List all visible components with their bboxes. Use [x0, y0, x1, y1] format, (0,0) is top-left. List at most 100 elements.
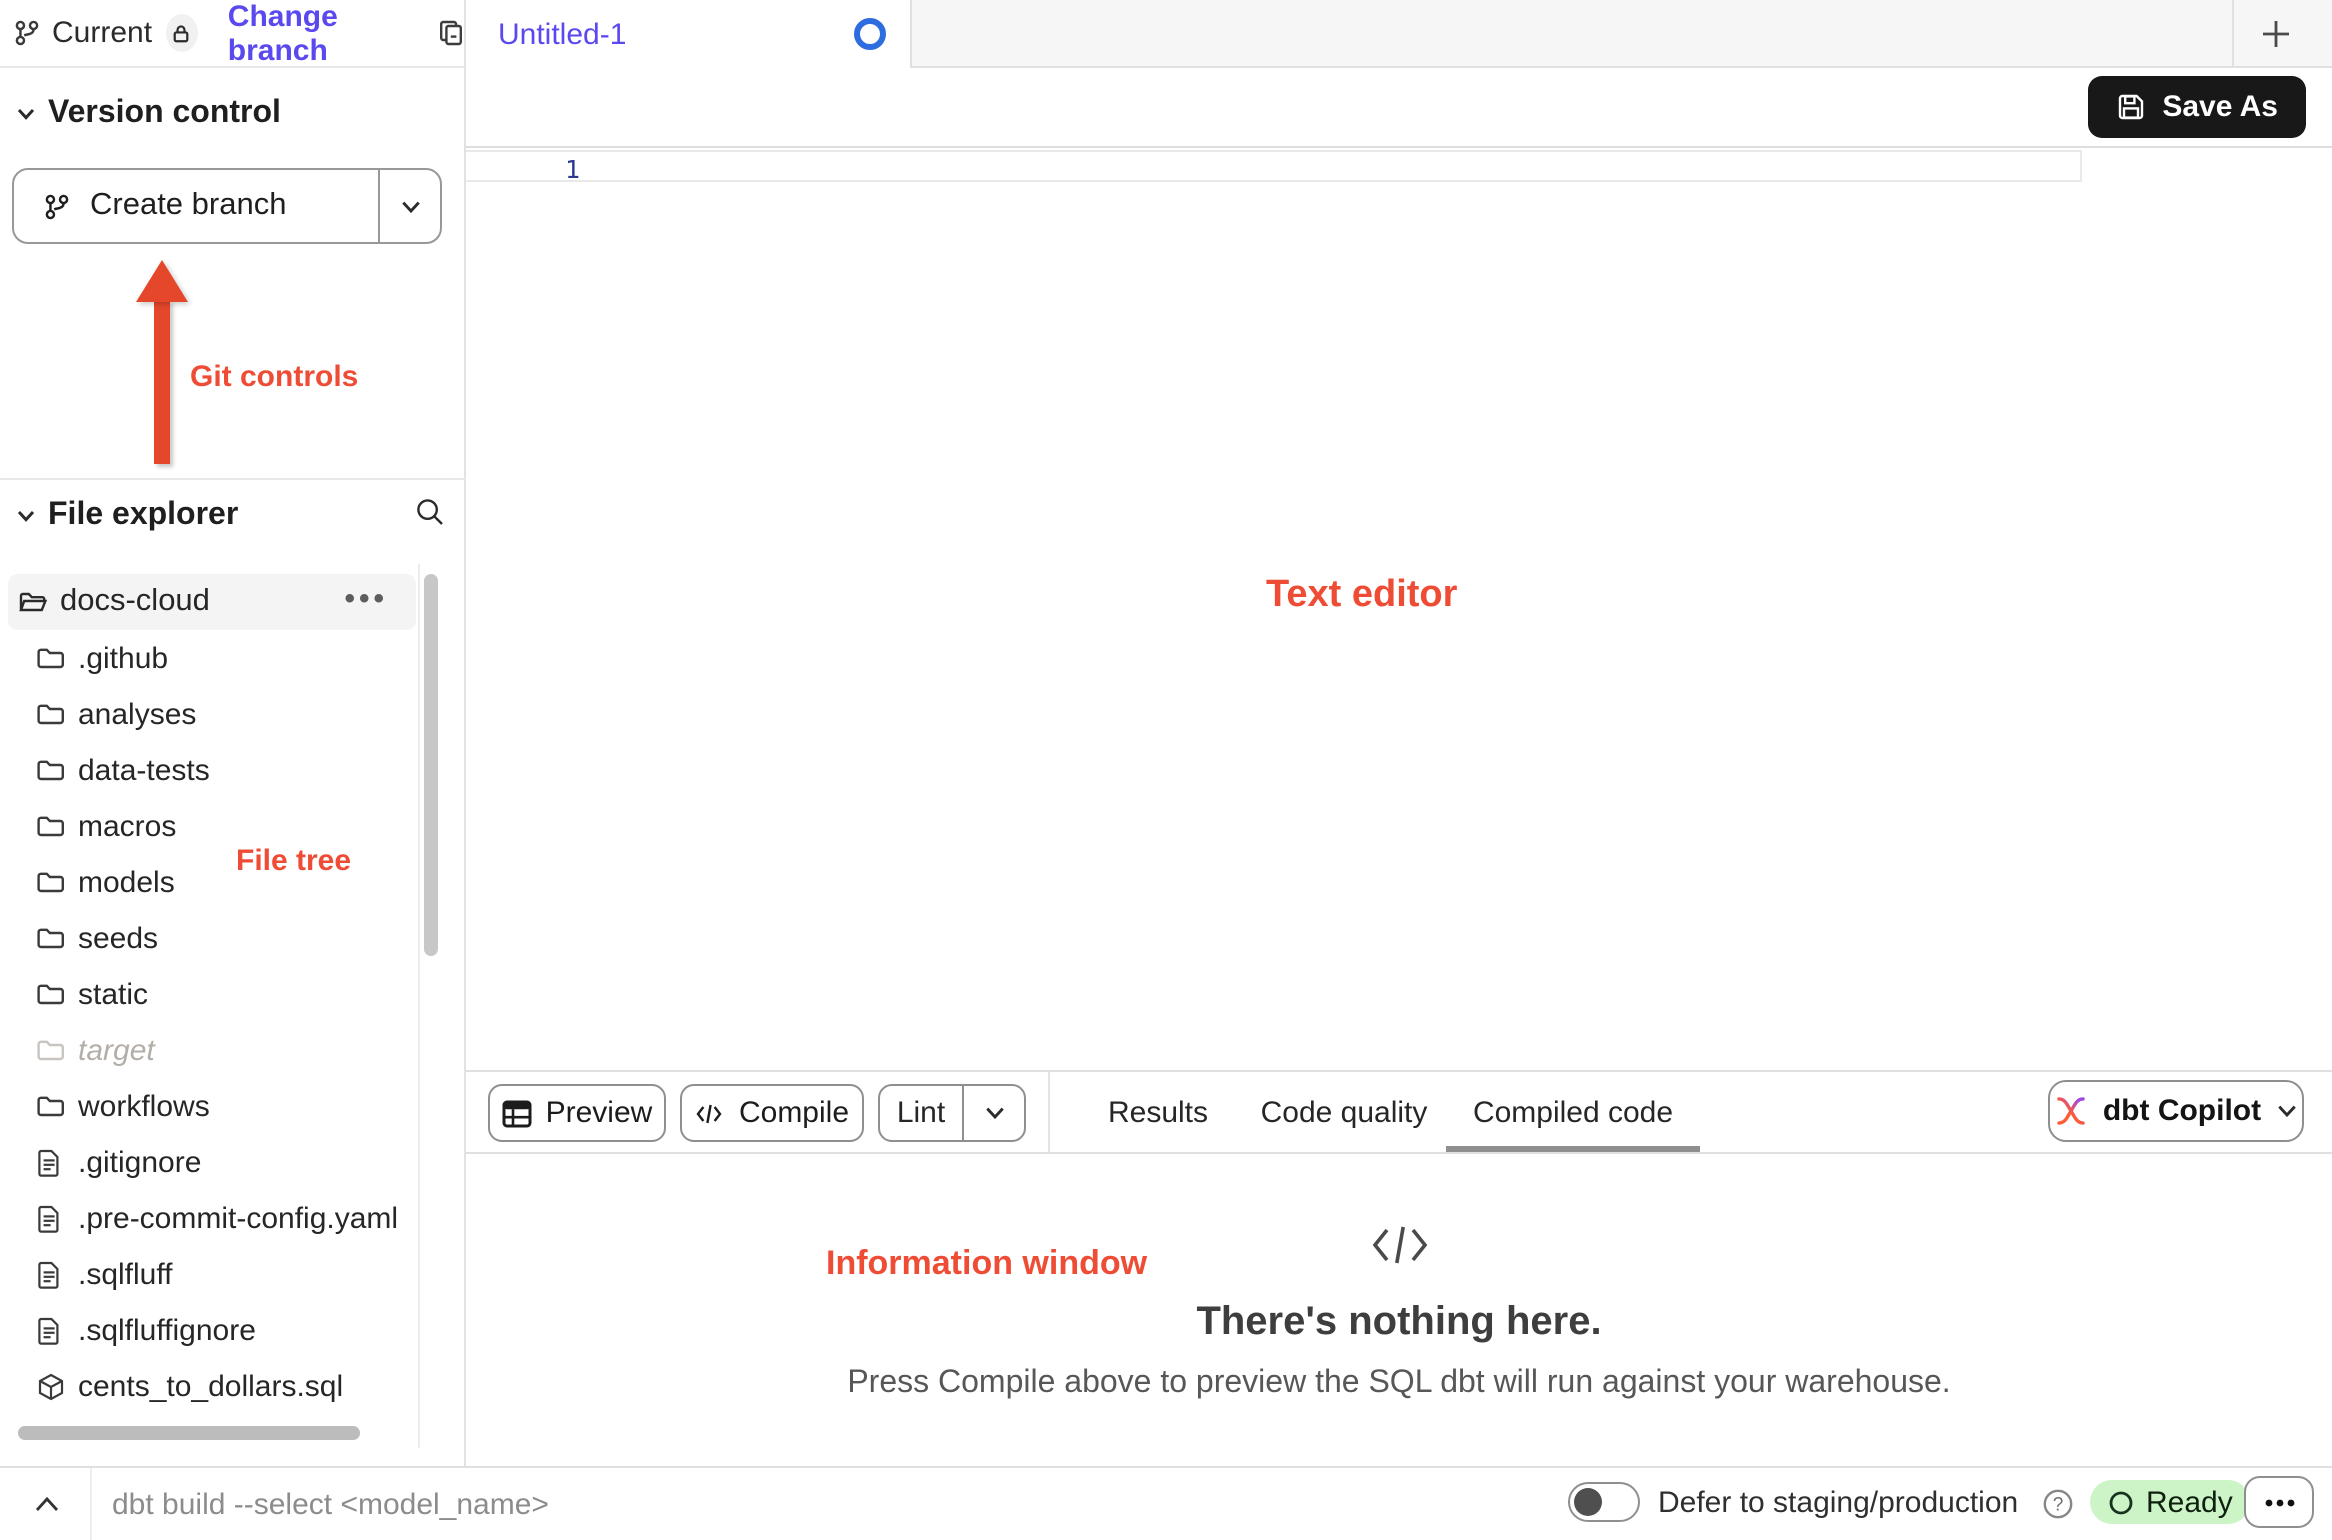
file-tree-item[interactable]: macros — [8, 798, 416, 854]
file-tree-item[interactable]: cents_to_dollars.sql — [8, 1358, 416, 1414]
annotation-text-editor: Text editor — [1266, 574, 1457, 618]
annotation-git-controls: Git controls — [190, 360, 358, 394]
create-branch-main[interactable]: Create branch — [14, 170, 378, 242]
annotation-arrow-head — [136, 260, 188, 302]
folder-icon — [36, 980, 66, 1008]
folder-icon — [36, 700, 66, 728]
chevron-down-icon — [983, 1102, 1005, 1124]
file-tree-item[interactable]: target — [8, 1022, 416, 1078]
more-options-button[interactable] — [2244, 1476, 2314, 1528]
main-area: Untitled-1 Save As 1 Text edit — [466, 0, 2332, 1466]
command-bar: dbt build --select <model_name> Command … — [0, 1466, 2332, 1540]
file-tree-item[interactable]: static — [8, 966, 416, 1022]
file-tree-item[interactable]: .pre-commit-config.yaml — [8, 1190, 416, 1246]
annotation-information-window: Information window — [826, 1244, 1147, 1284]
tab-code-quality[interactable]: Code quality — [1258, 1072, 1430, 1152]
dbt-cloud-ide: Current Change branch Version control — [0, 0, 2332, 1540]
toggle-knob — [1574, 1488, 1602, 1516]
preview-button[interactable]: Preview — [488, 1084, 666, 1142]
file-explorer-section-header[interactable]: File explorer — [16, 498, 238, 534]
help-icon[interactable]: ? — [2042, 1488, 2074, 1520]
folder-icon — [36, 1036, 66, 1064]
file-tree-root-label: docs-cloud — [60, 584, 210, 620]
file-tree-item[interactable]: .github — [8, 630, 416, 686]
folder-open-icon — [18, 588, 48, 616]
tab-results[interactable]: Results — [1102, 1072, 1214, 1152]
toolbar-divider — [1048, 1072, 1050, 1152]
file-tree-item-label: .gitignore — [78, 1145, 201, 1179]
file-tree-border — [418, 564, 420, 1448]
file-tree-item[interactable]: seeds — [8, 910, 416, 966]
folder-icon — [36, 1092, 66, 1120]
line-number: 1 — [540, 153, 580, 183]
status-circle-icon — [2108, 1489, 2134, 1515]
file-tree-items: .github analyses data-tests macros model… — [8, 630, 416, 1414]
ellipsis-icon — [2263, 1497, 2295, 1507]
command-input[interactable]: dbt build --select <model_name> — [112, 1488, 549, 1522]
code-icon — [695, 1101, 725, 1125]
branch-locked-badge — [166, 14, 198, 52]
file-tree-item-label: .sqlfluff — [78, 1257, 173, 1291]
file-tree-item[interactable]: workflows — [8, 1078, 416, 1134]
empty-state-subtitle: Press Compile above to preview the SQL d… — [847, 1366, 1950, 1402]
chevron-up-icon[interactable] — [34, 1494, 60, 1514]
new-tab-button[interactable] — [2260, 18, 2292, 50]
compile-button[interactable]: Compile — [680, 1084, 864, 1142]
file-tree-item[interactable]: analyses — [8, 686, 416, 742]
file-icon — [36, 1260, 66, 1288]
bottom-panel-toolbar: Preview Compile Lint Results Code qualit… — [466, 1070, 2332, 1154]
version-control-heading: Version control — [48, 96, 281, 132]
folder-icon — [36, 868, 66, 896]
file-tree-item-label: analyses — [78, 697, 196, 731]
change-branch-link[interactable]: Change branch — [228, 0, 410, 67]
file-tree-item-label: .github — [78, 641, 168, 675]
file-tree-item-label: .pre-commit-config.yaml — [78, 1201, 398, 1235]
file-tree-item[interactable]: .gitignore — [8, 1134, 416, 1190]
file-tree-item-label: macros — [78, 809, 176, 843]
file-tree-item[interactable]: .sqlfluff — [8, 1246, 416, 1302]
unsaved-changes-dot — [854, 18, 886, 50]
file-tree-item[interactable]: models — [8, 854, 416, 910]
information-window: There's nothing here. Press Compile abov… — [466, 1154, 2332, 1466]
git-branch-icon — [42, 191, 72, 221]
folder-icon — [36, 756, 66, 784]
save-as-button[interactable]: Save As — [2088, 76, 2306, 138]
lint-dropdown[interactable] — [962, 1086, 1024, 1140]
annotation-arrow-git-controls — [154, 300, 170, 464]
folder-icon — [36, 812, 66, 840]
create-branch-dropdown[interactable] — [378, 170, 440, 242]
tab-untitled-1[interactable]: Untitled-1 — [466, 0, 912, 68]
file-tree-item[interactable]: .sqlfluffignore — [8, 1302, 416, 1358]
dbt-copilot-logo-icon — [2055, 1094, 2089, 1128]
tab-bar: Untitled-1 — [466, 0, 2332, 68]
chevron-down-icon — [16, 104, 36, 124]
file-tree-item[interactable]: data-tests — [8, 742, 416, 798]
file-tree-item-label: data-tests — [78, 753, 210, 787]
save-as-label: Save As — [2162, 90, 2278, 124]
file-icon — [36, 1148, 66, 1176]
defer-toggle[interactable] — [1568, 1482, 1640, 1522]
annotation-file-tree: File tree — [236, 844, 351, 878]
lock-icon — [171, 21, 193, 45]
file-icon — [36, 1316, 66, 1344]
lint-button[interactable]: Lint — [880, 1086, 962, 1140]
create-branch-button[interactable]: Create branch — [12, 168, 442, 244]
file-tree-item-label: .sqlfluffignore — [78, 1313, 256, 1347]
text-editor[interactable]: 1 Text editor — [466, 148, 2332, 1070]
file-tree-root-item[interactable]: docs-cloud ••• — [8, 574, 416, 630]
file-tree-horizontal-scrollbar[interactable] — [18, 1426, 360, 1440]
chevron-down-icon — [399, 195, 421, 217]
copilot-label: dbt Copilot — [2103, 1094, 2261, 1128]
search-icon[interactable] — [414, 496, 446, 528]
tab-compiled-code[interactable]: Compiled code — [1446, 1072, 1700, 1152]
more-options-icon[interactable]: ••• — [344, 582, 388, 616]
file-tree-vertical-scrollbar[interactable] — [424, 574, 438, 956]
dbt-copilot-button[interactable]: dbt Copilot — [2048, 1080, 2304, 1142]
file-icon — [36, 1204, 66, 1232]
file-tree-item-label: cents_to_dollars.sql — [78, 1369, 343, 1403]
file-tree-item-label: models — [78, 865, 175, 899]
empty-state-title: There's nothing here. — [1196, 1300, 1601, 1346]
copy-icon[interactable] — [436, 18, 466, 48]
current-line-highlight — [466, 150, 2082, 182]
version-control-section-header[interactable]: Version control — [16, 96, 281, 132]
